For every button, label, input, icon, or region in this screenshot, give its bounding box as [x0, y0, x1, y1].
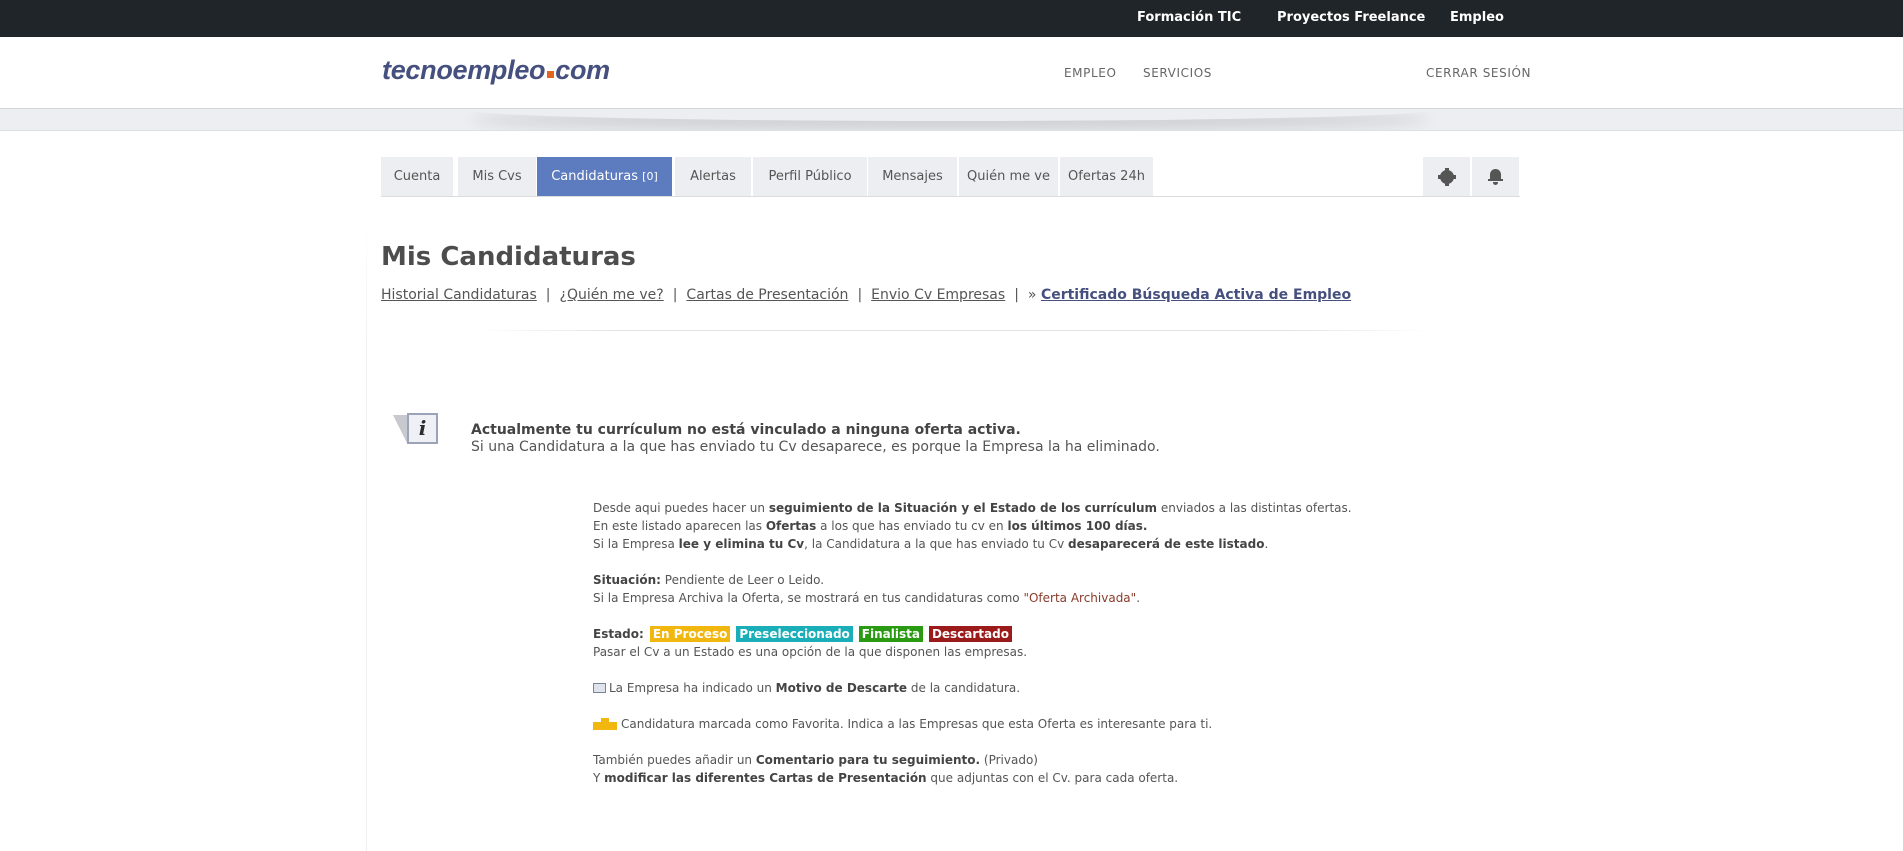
- account-tabs: Cuenta Mis Cvs Candidaturas [0] Alertas …: [381, 157, 1520, 197]
- subnav-prefix: »: [1027, 287, 1037, 303]
- help-line: Si la Empresa lee y elimina tu Cv, la Ca…: [593, 537, 1269, 551]
- estado-note: Pasar el Cv a un Estado es una opción de…: [593, 645, 1028, 659]
- logo-main: tecnoempleo: [382, 55, 546, 85]
- logo-dot-icon: [547, 71, 555, 78]
- badge-finalista: Finalista: [858, 626, 923, 642]
- subnav-historial[interactable]: Historial Candidaturas: [381, 287, 537, 303]
- breadcrumb: Historial Candidaturas | ¿Quién me ve? | Car…: [381, 287, 1351, 303]
- help-line: Desde aqui puedes hacer un seguimiento d…: [593, 501, 1352, 515]
- archivada-line: Si la Empresa Archiva la Oferta, se most…: [593, 591, 1141, 605]
- divider: [475, 330, 1430, 331]
- subnav-separator: |: [857, 287, 863, 303]
- subnav-certificado[interactable]: Certificado Búsqueda Activa de Empleo: [1041, 287, 1351, 303]
- situacion-line: Situación: Pendiente de Leer o Leido.: [593, 573, 825, 587]
- motivo-line: La Empresa ha indicado un Motivo de Desc…: [593, 679, 1352, 697]
- tab-candidaturas-label: Candidaturas: [551, 169, 639, 184]
- subnav-cartas[interactable]: Cartas de Presentación: [686, 287, 848, 303]
- subnav-separator: |: [672, 287, 678, 303]
- settings-button[interactable]: [1423, 157, 1470, 196]
- nav-empleo[interactable]: EMPLEO: [1064, 66, 1117, 80]
- tab-candidaturas[interactable]: Candidaturas [0]: [537, 157, 672, 196]
- subnav-quien-me-ve[interactable]: ¿Quién me ve?: [560, 287, 664, 303]
- tab-ofertas-24h[interactable]: Ofertas 24h: [1060, 157, 1153, 196]
- help-line: En este listado aparecen las Ofertas a l…: [593, 519, 1148, 533]
- content-edge: [366, 220, 367, 851]
- help-text: Desde aqui puedes hacer un seguimiento d…: [593, 499, 1352, 787]
- tab-alertas[interactable]: Alertas: [675, 157, 751, 196]
- cartas-line: Y modificar las diferentes Cartas de Pre…: [593, 771, 1179, 785]
- nav-servicios[interactable]: SERVICIOS: [1143, 66, 1212, 80]
- motivo-descarte-icon: [593, 683, 606, 693]
- page-title: Mis Candidaturas: [381, 242, 636, 272]
- favorite-icon: [593, 718, 617, 730]
- tab-candidaturas-count: [0]: [642, 170, 658, 183]
- comentario-line: También puedes añadir un Comentario para…: [593, 753, 1038, 767]
- logout-link[interactable]: CERRAR SESIÓN: [1426, 66, 1531, 80]
- site-header: tecnoempleo com EMPLEO SERVICIOS CERRAR S…: [0, 37, 1903, 109]
- notice-line-2: Si una Candidatura a la que has enviado …: [471, 439, 1160, 455]
- logo-suffix: com: [555, 55, 610, 85]
- empty-notice: Actualmente tu currículum no está vincul…: [471, 422, 1160, 456]
- link-formacion-tic[interactable]: Formación TIC: [1137, 10, 1241, 25]
- subnav-separator: |: [545, 287, 551, 303]
- estado-line: Estado: En Proceso Preseleccionado Finalist…: [593, 625, 1352, 643]
- tab-mensajes[interactable]: Mensajes: [868, 157, 957, 196]
- link-empleo[interactable]: Empleo: [1450, 10, 1504, 25]
- site-logo[interactable]: tecnoempleo com: [382, 55, 610, 86]
- badge-descartado: Descartado: [928, 626, 1012, 642]
- subnav-separator: |: [1014, 287, 1019, 303]
- gear-icon: [1438, 168, 1456, 186]
- notice-line-1: Actualmente tu currículum no está vincul…: [471, 422, 1021, 438]
- link-proyectos-freelance[interactable]: Proyectos Freelance: [1277, 10, 1425, 25]
- notifications-button[interactable]: [1472, 157, 1519, 196]
- tab-mis-cvs[interactable]: Mis Cvs: [458, 157, 536, 196]
- top-bar: Formación TIC Proyectos Freelance Empleo: [0, 0, 1903, 37]
- info-icon: i: [393, 413, 439, 446]
- info-icon-letter: i: [407, 413, 438, 444]
- badge-preseleccionado: Preseleccionado: [736, 626, 853, 642]
- bell-icon: [1488, 169, 1503, 185]
- tab-cuenta[interactable]: Cuenta: [381, 157, 453, 196]
- tab-perfil-publico[interactable]: Perfil Público: [753, 157, 867, 196]
- subnav-envio-cv[interactable]: Envio Cv Empresas: [871, 287, 1005, 303]
- favorita-line: Candidatura marcada como Favorita. Indic…: [593, 715, 1352, 733]
- badge-en-proceso: En Proceso: [649, 626, 731, 642]
- tab-quien-me-ve[interactable]: Quién me ve: [959, 157, 1058, 196]
- header-strip: [0, 109, 1903, 131]
